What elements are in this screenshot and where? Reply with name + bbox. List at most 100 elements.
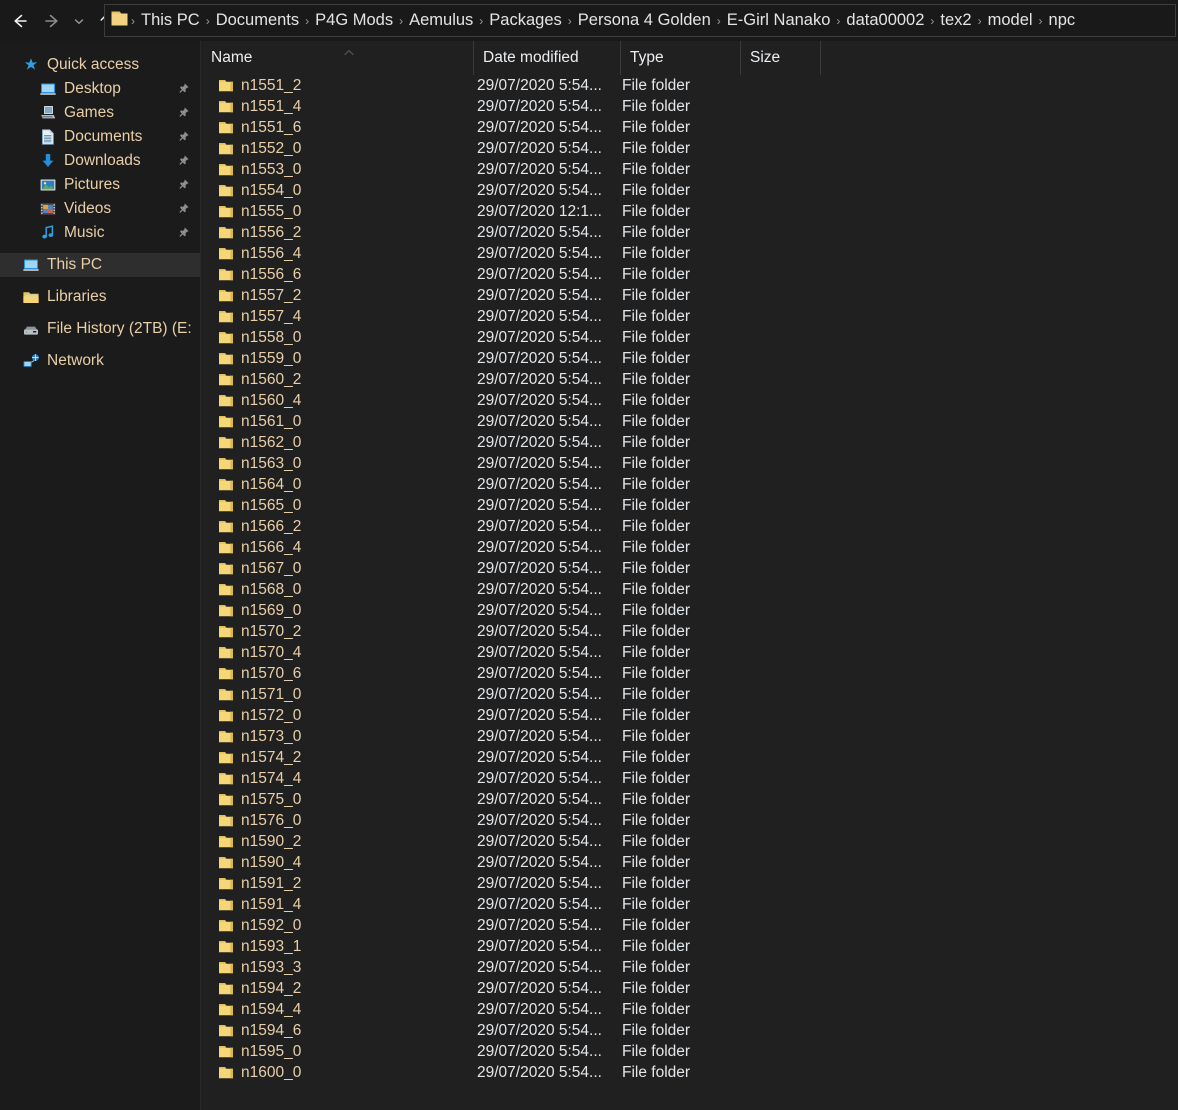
table-row[interactable]: n1554_0 29/07/2020 5:54... File folder: [202, 180, 1178, 201]
table-row[interactable]: n1556_6 29/07/2020 5:54... File folder: [202, 264, 1178, 285]
file-name-cell[interactable]: n1591_4: [202, 896, 301, 914]
table-row[interactable]: n1561_0 29/07/2020 5:54... File folder: [202, 411, 1178, 432]
breadcrumb-item[interactable]: npc: [1045, 11, 1080, 29]
file-name-cell[interactable]: n1553_0: [202, 161, 301, 179]
table-row[interactable]: n1570_4 29/07/2020 5:54... File folder: [202, 642, 1178, 663]
file-name-cell[interactable]: n1563_0: [202, 455, 301, 473]
table-row[interactable]: n1570_2 29/07/2020 5:54... File folder: [202, 621, 1178, 642]
file-name-cell[interactable]: n1568_0: [202, 581, 301, 599]
breadcrumb-item[interactable]: model: [984, 11, 1037, 29]
file-name-cell[interactable]: n1594_6: [202, 1022, 301, 1040]
file-name-cell[interactable]: n1564_0: [202, 476, 301, 494]
file-name-cell[interactable]: n1560_4: [202, 392, 301, 410]
file-name-cell[interactable]: n1566_2: [202, 518, 301, 536]
table-row[interactable]: n1557_4 29/07/2020 5:54... File folder: [202, 306, 1178, 327]
table-row[interactable]: n1594_2 29/07/2020 5:54... File folder: [202, 978, 1178, 999]
breadcrumb-item[interactable]: Documents: [212, 11, 303, 29]
table-row[interactable]: n1563_0 29/07/2020 5:54... File folder: [202, 453, 1178, 474]
table-row[interactable]: n1560_4 29/07/2020 5:54... File folder: [202, 390, 1178, 411]
sidebar-item-music[interactable]: Music: [0, 221, 200, 245]
table-row[interactable]: n1566_4 29/07/2020 5:54... File folder: [202, 537, 1178, 558]
table-row[interactable]: n1593_1 29/07/2020 5:54... File folder: [202, 936, 1178, 957]
back-button[interactable]: [6, 6, 34, 36]
file-name-cell[interactable]: n1576_0: [202, 812, 301, 830]
table-row[interactable]: n1593_3 29/07/2020 5:54... File folder: [202, 957, 1178, 978]
file-name-cell[interactable]: n1566_4: [202, 539, 301, 557]
forward-button[interactable]: [38, 6, 66, 36]
pushpin-icon[interactable]: [177, 154, 190, 172]
table-row[interactable]: n1595_0 29/07/2020 5:54... File folder: [202, 1041, 1178, 1062]
table-row[interactable]: n1571_0 29/07/2020 5:54... File folder: [202, 684, 1178, 705]
table-row[interactable]: n1574_2 29/07/2020 5:54... File folder: [202, 747, 1178, 768]
sidebar-item-quick-access[interactable]: Quick access: [0, 53, 200, 77]
file-name-cell[interactable]: n1575_0: [202, 791, 301, 809]
file-name-cell[interactable]: n1560_2: [202, 371, 301, 389]
recent-locations-button[interactable]: [68, 6, 90, 36]
table-row[interactable]: n1594_6 29/07/2020 5:54... File folder: [202, 1020, 1178, 1041]
breadcrumb-item[interactable]: Persona 4 Golden: [574, 11, 715, 29]
column-header-date-modified[interactable]: Date modified: [473, 41, 620, 75]
table-row[interactable]: n1559_0 29/07/2020 5:54... File folder: [202, 348, 1178, 369]
sidebar-item-videos[interactable]: Videos: [0, 197, 200, 221]
pushpin-icon[interactable]: [177, 202, 190, 220]
table-row[interactable]: n1592_0 29/07/2020 5:54... File folder: [202, 915, 1178, 936]
file-name-cell[interactable]: n1593_3: [202, 959, 301, 977]
sidebar-item-this-pc[interactable]: This PC: [0, 253, 200, 277]
file-name-cell[interactable]: n1570_4: [202, 644, 301, 662]
table-row[interactable]: n1552_0 29/07/2020 5:54... File folder: [202, 138, 1178, 159]
table-row[interactable]: n1575_0 29/07/2020 5:54... File folder: [202, 789, 1178, 810]
sidebar-item-desktop[interactable]: Desktop: [0, 77, 200, 101]
table-row[interactable]: n1567_0 29/07/2020 5:54... File folder: [202, 558, 1178, 579]
column-header-size[interactable]: Size: [740, 41, 820, 75]
pushpin-icon[interactable]: [177, 130, 190, 148]
table-row[interactable]: n1594_4 29/07/2020 5:54... File folder: [202, 999, 1178, 1020]
file-name-cell[interactable]: n1594_4: [202, 1001, 301, 1019]
table-row[interactable]: n1560_2 29/07/2020 5:54... File folder: [202, 369, 1178, 390]
pushpin-icon[interactable]: [177, 178, 190, 196]
file-name-cell[interactable]: n1574_2: [202, 749, 301, 767]
sidebar-item-network[interactable]: Network: [0, 349, 200, 373]
file-name-cell[interactable]: n1551_6: [202, 119, 301, 137]
file-name-cell[interactable]: n1567_0: [202, 560, 301, 578]
column-header-type[interactable]: Type: [620, 41, 740, 75]
file-name-cell[interactable]: n1552_0: [202, 140, 301, 158]
table-row[interactable]: n1572_0 29/07/2020 5:54... File folder: [202, 705, 1178, 726]
breadcrumb-item[interactable]: Packages: [485, 11, 565, 29]
file-name-cell[interactable]: n1594_2: [202, 980, 301, 998]
table-row[interactable]: n1574_4 29/07/2020 5:54... File folder: [202, 768, 1178, 789]
table-row[interactable]: n1556_4 29/07/2020 5:54... File folder: [202, 243, 1178, 264]
file-name-cell[interactable]: n1558_0: [202, 329, 301, 347]
breadcrumb-item[interactable]: Aemulus: [405, 11, 477, 29]
breadcrumb-item[interactable]: E-Girl Nanako: [723, 11, 835, 29]
file-name-cell[interactable]: n1555_0: [202, 203, 301, 221]
table-row[interactable]: n1551_2 29/07/2020 5:54... File folder: [202, 75, 1178, 96]
sidebar-item-pictures[interactable]: Pictures: [0, 173, 200, 197]
table-row[interactable]: n1558_0 29/07/2020 5:54... File folder: [202, 327, 1178, 348]
file-name-cell[interactable]: n1557_2: [202, 287, 301, 305]
table-row[interactable]: n1590_4 29/07/2020 5:54... File folder: [202, 852, 1178, 873]
file-name-cell[interactable]: n1559_0: [202, 350, 301, 368]
table-row[interactable]: n1566_2 29/07/2020 5:54... File folder: [202, 516, 1178, 537]
breadcrumb-item[interactable]: This PC: [137, 11, 204, 29]
column-divider[interactable]: [820, 41, 830, 75]
file-name-cell[interactable]: n1571_0: [202, 686, 301, 704]
file-name-cell[interactable]: n1570_6: [202, 665, 301, 683]
table-row[interactable]: n1573_0 29/07/2020 5:54... File folder: [202, 726, 1178, 747]
table-row[interactable]: n1555_0 29/07/2020 12:1... File folder: [202, 201, 1178, 222]
table-row[interactable]: n1569_0 29/07/2020 5:54... File folder: [202, 600, 1178, 621]
sidebar-item-downloads[interactable]: Downloads: [0, 149, 200, 173]
sidebar-item-libraries[interactable]: Libraries: [0, 285, 200, 309]
file-name-cell[interactable]: n1590_4: [202, 854, 301, 872]
file-name-cell[interactable]: n1556_4: [202, 245, 301, 263]
table-row[interactable]: n1568_0 29/07/2020 5:54... File folder: [202, 579, 1178, 600]
pushpin-icon[interactable]: [177, 106, 190, 124]
table-row[interactable]: n1557_2 29/07/2020 5:54... File folder: [202, 285, 1178, 306]
file-name-cell[interactable]: n1556_2: [202, 224, 301, 242]
sidebar-item-file-history-2tb-e[interactable]: File History (2TB) (E:: [0, 317, 200, 341]
file-name-cell[interactable]: n1569_0: [202, 602, 301, 620]
table-row[interactable]: n1591_2 29/07/2020 5:54... File folder: [202, 873, 1178, 894]
breadcrumb-item[interactable]: tex2: [936, 11, 975, 29]
column-header-name[interactable]: Name: [202, 41, 473, 75]
file-name-cell[interactable]: n1591_2: [202, 875, 301, 893]
table-row[interactable]: n1565_0 29/07/2020 5:54... File folder: [202, 495, 1178, 516]
